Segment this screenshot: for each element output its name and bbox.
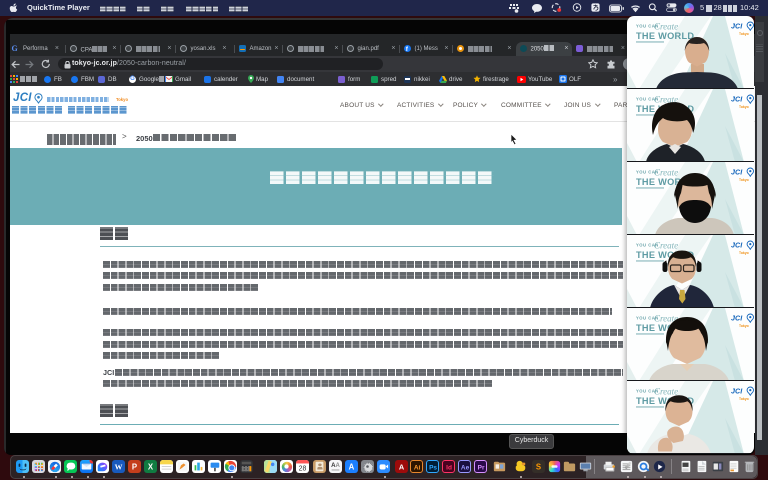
svg-text:Create: Create: [654, 168, 678, 178]
svg-text:Create: Create: [654, 387, 678, 397]
svg-text:Tokyo: Tokyo: [739, 105, 749, 109]
svg-text:Tokyo: Tokyo: [739, 32, 749, 36]
svg-text:Create: Create: [654, 22, 678, 32]
svg-text:JCI: JCI: [731, 168, 743, 177]
svg-text:Tokyo: Tokyo: [739, 178, 749, 182]
svg-text:Tokyo: Tokyo: [739, 324, 749, 328]
svg-text:JCI: JCI: [731, 387, 743, 396]
svg-text:THE WORLD: THE WORLD: [636, 31, 694, 41]
svg-text:JCI: JCI: [731, 314, 743, 323]
svg-text:JCI: JCI: [731, 95, 743, 104]
svg-text:JCI: JCI: [731, 241, 743, 250]
svg-text:JCI: JCI: [731, 22, 743, 31]
svg-text:Create: Create: [654, 241, 678, 251]
svg-text:Tokyo: Tokyo: [739, 251, 749, 255]
svg-text:Tokyo: Tokyo: [739, 397, 749, 401]
